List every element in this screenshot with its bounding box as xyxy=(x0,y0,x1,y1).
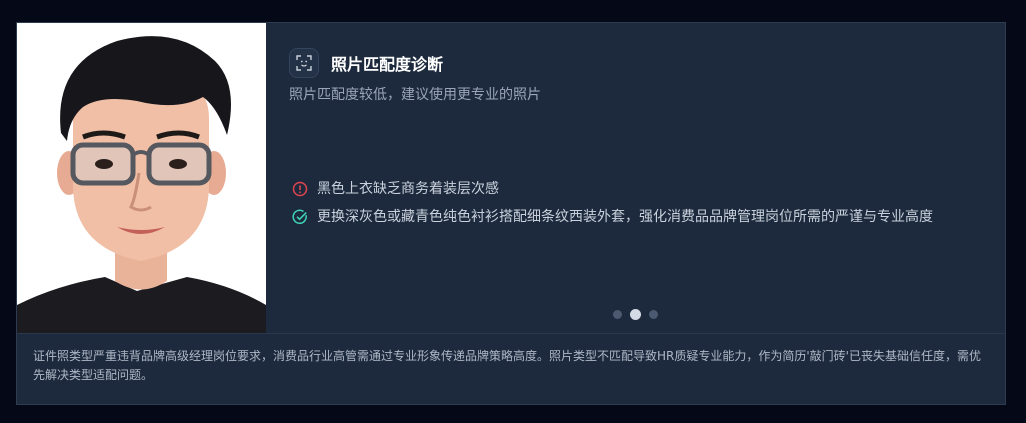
suggestion-text: 更换深灰色或藏青色纯色衬衫搭配细条纹西装外套，强化消费品品牌管理岗位所需的严谨与… xyxy=(317,209,933,225)
diagnosis-summary: 证件照类型严重违背品牌高级经理岗位要求，消费品行业高管需通过专业形象传递品牌策略… xyxy=(17,333,1005,404)
pagination-dot-active[interactable] xyxy=(630,309,641,320)
check-circle-icon xyxy=(292,209,307,225)
portrait-illustration xyxy=(17,23,266,333)
photo-diagnosis-card: 照片匹配度诊断 照片匹配度较低，建议使用更专业的照片 黑色上衣缺乏商务着装层次感… xyxy=(16,22,1006,405)
issue-text: 黑色上衣缺乏商务着装层次感 xyxy=(317,181,499,197)
pagination-dot[interactable] xyxy=(649,310,658,319)
issue-list: 黑色上衣缺乏商务着装层次感 更换深灰色或藏青色纯色衬衫搭配细条纹西装外套，强化消… xyxy=(292,178,983,234)
carousel-pagination xyxy=(613,309,666,320)
diagnosis-subtitle: 照片匹配度较低，建议使用更专业的照片 xyxy=(289,87,541,103)
alert-circle-icon xyxy=(292,181,308,197)
issue-item-suggestion: 更换深灰色或藏青色纯色衬衫搭配细条纹西装外套，强化消费品品牌管理岗位所需的严谨与… xyxy=(292,206,983,228)
diagnosis-header: 照片匹配度诊断 照片匹配度较低，建议使用更专业的照片 xyxy=(289,47,985,104)
pagination-dot[interactable] xyxy=(613,310,622,319)
profile-photo xyxy=(17,23,266,333)
issue-item-warning: 黑色上衣缺乏商务着装层次感 xyxy=(292,178,983,200)
face-scan-icon xyxy=(289,48,319,78)
diagnosis-title: 照片匹配度诊断 xyxy=(331,55,444,74)
